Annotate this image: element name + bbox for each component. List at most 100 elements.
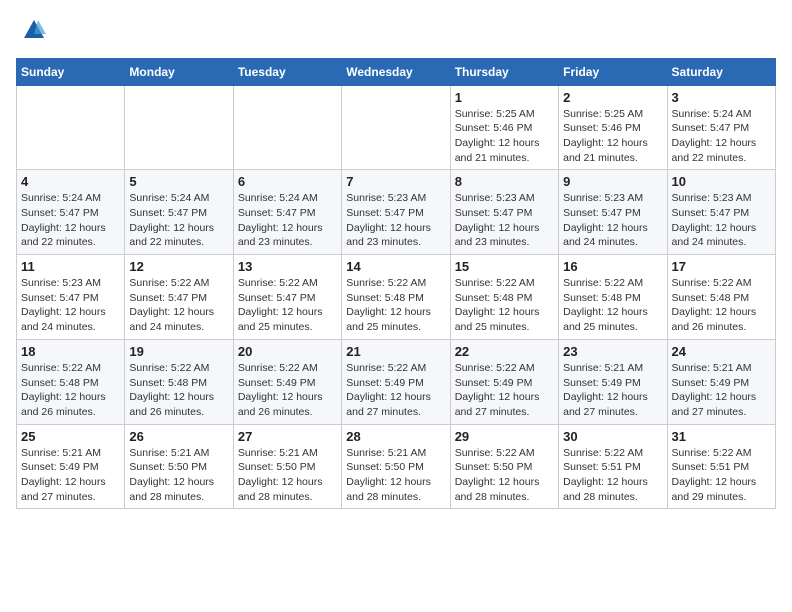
calendar-cell: 16Sunrise: 5:22 AM Sunset: 5:48 PM Dayli… xyxy=(559,255,667,340)
day-info: Sunrise: 5:23 AM Sunset: 5:47 PM Dayligh… xyxy=(563,191,662,250)
day-number: 19 xyxy=(129,344,228,359)
day-info: Sunrise: 5:22 AM Sunset: 5:49 PM Dayligh… xyxy=(455,361,554,420)
day-number: 31 xyxy=(672,429,771,444)
calendar-cell: 4Sunrise: 5:24 AM Sunset: 5:47 PM Daylig… xyxy=(17,170,125,255)
day-info: Sunrise: 5:25 AM Sunset: 5:46 PM Dayligh… xyxy=(563,107,662,166)
weekday-header-sunday: Sunday xyxy=(17,58,125,85)
weekday-header-wednesday: Wednesday xyxy=(342,58,450,85)
day-info: Sunrise: 5:22 AM Sunset: 5:48 PM Dayligh… xyxy=(21,361,120,420)
day-info: Sunrise: 5:22 AM Sunset: 5:49 PM Dayligh… xyxy=(238,361,337,420)
day-info: Sunrise: 5:23 AM Sunset: 5:47 PM Dayligh… xyxy=(346,191,445,250)
calendar-cell xyxy=(125,85,233,170)
calendar-cell: 3 Sunrise: 5:24 AM Sunset: 5:47 PM Daylig… xyxy=(667,85,775,170)
day-number: 28 xyxy=(346,429,445,444)
day-info: Sunrise: 5:24 AM Sunset: 5:47 PM Dayligh… xyxy=(672,107,771,166)
day-number: 20 xyxy=(238,344,337,359)
day-number: 3 xyxy=(672,90,771,105)
weekday-header-friday: Friday xyxy=(559,58,667,85)
day-number: 27 xyxy=(238,429,337,444)
day-number: 2 xyxy=(563,90,662,105)
calendar-cell: 24Sunrise: 5:21 AM Sunset: 5:49 PM Dayli… xyxy=(667,339,775,424)
day-info: Sunrise: 5:22 AM Sunset: 5:48 PM Dayligh… xyxy=(455,276,554,335)
day-number: 29 xyxy=(455,429,554,444)
calendar-cell: 8 Sunrise: 5:23 AM Sunset: 5:47 PM Daylig… xyxy=(450,170,558,255)
day-number: 1 xyxy=(455,90,554,105)
day-info: Sunrise: 5:22 AM Sunset: 5:48 PM Dayligh… xyxy=(129,361,228,420)
logo-icon xyxy=(20,16,48,44)
day-number: 23 xyxy=(563,344,662,359)
calendar-cell: 27 Sunrise: 5:21 AM Sunset: 5:50 PM Dayli… xyxy=(233,424,341,509)
day-number: 22 xyxy=(455,344,554,359)
weekday-header-tuesday: Tuesday xyxy=(233,58,341,85)
day-number: 13 xyxy=(238,259,337,274)
day-number: 9 xyxy=(563,174,662,189)
calendar-cell xyxy=(17,85,125,170)
logo xyxy=(16,16,48,50)
calendar-cell: 22 Sunrise: 5:22 AM Sunset: 5:49 PM Dayli… xyxy=(450,339,558,424)
calendar-cell: 2 Sunrise: 5:25 AM Sunset: 5:46 PM Daylig… xyxy=(559,85,667,170)
calendar-cell: 28 Sunrise: 5:21 AM Sunset: 5:50 PM Dayli… xyxy=(342,424,450,509)
calendar-cell: 1 Sunrise: 5:25 AM Sunset: 5:46 PM Daylig… xyxy=(450,85,558,170)
calendar-cell: 9 Sunrise: 5:23 AM Sunset: 5:47 PM Daylig… xyxy=(559,170,667,255)
calendar-week-row: 25 Sunrise: 5:21 AM Sunset: 5:49 PM Dayli… xyxy=(17,424,776,509)
calendar-cell: 14Sunrise: 5:22 AM Sunset: 5:48 PM Dayli… xyxy=(342,255,450,340)
day-number: 17 xyxy=(672,259,771,274)
day-info: Sunrise: 5:21 AM Sunset: 5:50 PM Dayligh… xyxy=(129,446,228,505)
calendar-cell xyxy=(233,85,341,170)
day-number: 18 xyxy=(21,344,120,359)
day-info: Sunrise: 5:22 AM Sunset: 5:49 PM Dayligh… xyxy=(346,361,445,420)
day-info: Sunrise: 5:23 AM Sunset: 5:47 PM Dayligh… xyxy=(21,276,120,335)
day-info: Sunrise: 5:21 AM Sunset: 5:49 PM Dayligh… xyxy=(21,446,120,505)
calendar-week-row: 1 Sunrise: 5:25 AM Sunset: 5:46 PM Daylig… xyxy=(17,85,776,170)
calendar-week-row: 11 Sunrise: 5:23 AM Sunset: 5:47 PM Dayli… xyxy=(17,255,776,340)
day-number: 30 xyxy=(563,429,662,444)
calendar-cell: 11 Sunrise: 5:23 AM Sunset: 5:47 PM Dayli… xyxy=(17,255,125,340)
calendar-cell: 12 Sunrise: 5:22 AM Sunset: 5:47 PM Dayli… xyxy=(125,255,233,340)
calendar-cell: 6 Sunrise: 5:24 AM Sunset: 5:47 PM Daylig… xyxy=(233,170,341,255)
day-info: Sunrise: 5:23 AM Sunset: 5:47 PM Dayligh… xyxy=(455,191,554,250)
day-number: 7 xyxy=(346,174,445,189)
calendar-table: SundayMondayTuesdayWednesdayThursdayFrid… xyxy=(16,58,776,510)
day-number: 15 xyxy=(455,259,554,274)
calendar-cell: 31 Sunrise: 5:22 AM Sunset: 5:51 PM Dayli… xyxy=(667,424,775,509)
day-info: Sunrise: 5:21 AM Sunset: 5:49 PM Dayligh… xyxy=(563,361,662,420)
day-info: Sunrise: 5:22 AM Sunset: 5:47 PM Dayligh… xyxy=(129,276,228,335)
day-info: Sunrise: 5:24 AM Sunset: 5:47 PM Dayligh… xyxy=(129,191,228,250)
calendar-cell: 21 Sunrise: 5:22 AM Sunset: 5:49 PM Dayli… xyxy=(342,339,450,424)
day-number: 11 xyxy=(21,259,120,274)
page-header xyxy=(16,16,776,50)
calendar-week-row: 4 Sunrise: 5:24 AM Sunset: 5:47 PM Daylig… xyxy=(17,170,776,255)
day-number: 21 xyxy=(346,344,445,359)
day-number: 12 xyxy=(129,259,228,274)
calendar-cell: 19 Sunrise: 5:22 AM Sunset: 5:48 PM Dayli… xyxy=(125,339,233,424)
calendar-cell: 20 Sunrise: 5:22 AM Sunset: 5:49 PM Dayli… xyxy=(233,339,341,424)
day-info: Sunrise: 5:22 AM Sunset: 5:50 PM Dayligh… xyxy=(455,446,554,505)
calendar-cell: 29 Sunrise: 5:22 AM Sunset: 5:50 PM Dayli… xyxy=(450,424,558,509)
weekday-header-thursday: Thursday xyxy=(450,58,558,85)
calendar-cell: 23 Sunrise: 5:21 AM Sunset: 5:49 PM Dayli… xyxy=(559,339,667,424)
day-info: Sunrise: 5:22 AM Sunset: 5:51 PM Dayligh… xyxy=(563,446,662,505)
day-info: Sunrise: 5:21 AM Sunset: 5:49 PM Dayligh… xyxy=(672,361,771,420)
weekday-header-saturday: Saturday xyxy=(667,58,775,85)
day-info: Sunrise: 5:21 AM Sunset: 5:50 PM Dayligh… xyxy=(238,446,337,505)
day-info: Sunrise: 5:24 AM Sunset: 5:47 PM Dayligh… xyxy=(238,191,337,250)
calendar-cell: 25 Sunrise: 5:21 AM Sunset: 5:49 PM Dayli… xyxy=(17,424,125,509)
calendar-cell: 10 Sunrise: 5:23 AM Sunset: 5:47 PM Dayli… xyxy=(667,170,775,255)
calendar-cell: 7 Sunrise: 5:23 AM Sunset: 5:47 PM Daylig… xyxy=(342,170,450,255)
calendar-cell xyxy=(342,85,450,170)
calendar-week-row: 18 Sunrise: 5:22 AM Sunset: 5:48 PM Dayli… xyxy=(17,339,776,424)
day-number: 8 xyxy=(455,174,554,189)
day-number: 16 xyxy=(563,259,662,274)
day-info: Sunrise: 5:23 AM Sunset: 5:47 PM Dayligh… xyxy=(672,191,771,250)
day-info: Sunrise: 5:25 AM Sunset: 5:46 PM Dayligh… xyxy=(455,107,554,166)
calendar-cell: 26 Sunrise: 5:21 AM Sunset: 5:50 PM Dayli… xyxy=(125,424,233,509)
day-info: Sunrise: 5:21 AM Sunset: 5:50 PM Dayligh… xyxy=(346,446,445,505)
day-number: 10 xyxy=(672,174,771,189)
day-info: Sunrise: 5:22 AM Sunset: 5:51 PM Dayligh… xyxy=(672,446,771,505)
day-number: 6 xyxy=(238,174,337,189)
day-info: Sunrise: 5:22 AM Sunset: 5:48 PM Dayligh… xyxy=(672,276,771,335)
day-number: 25 xyxy=(21,429,120,444)
day-number: 4 xyxy=(21,174,120,189)
day-number: 26 xyxy=(129,429,228,444)
calendar-cell: 15 Sunrise: 5:22 AM Sunset: 5:48 PM Dayli… xyxy=(450,255,558,340)
